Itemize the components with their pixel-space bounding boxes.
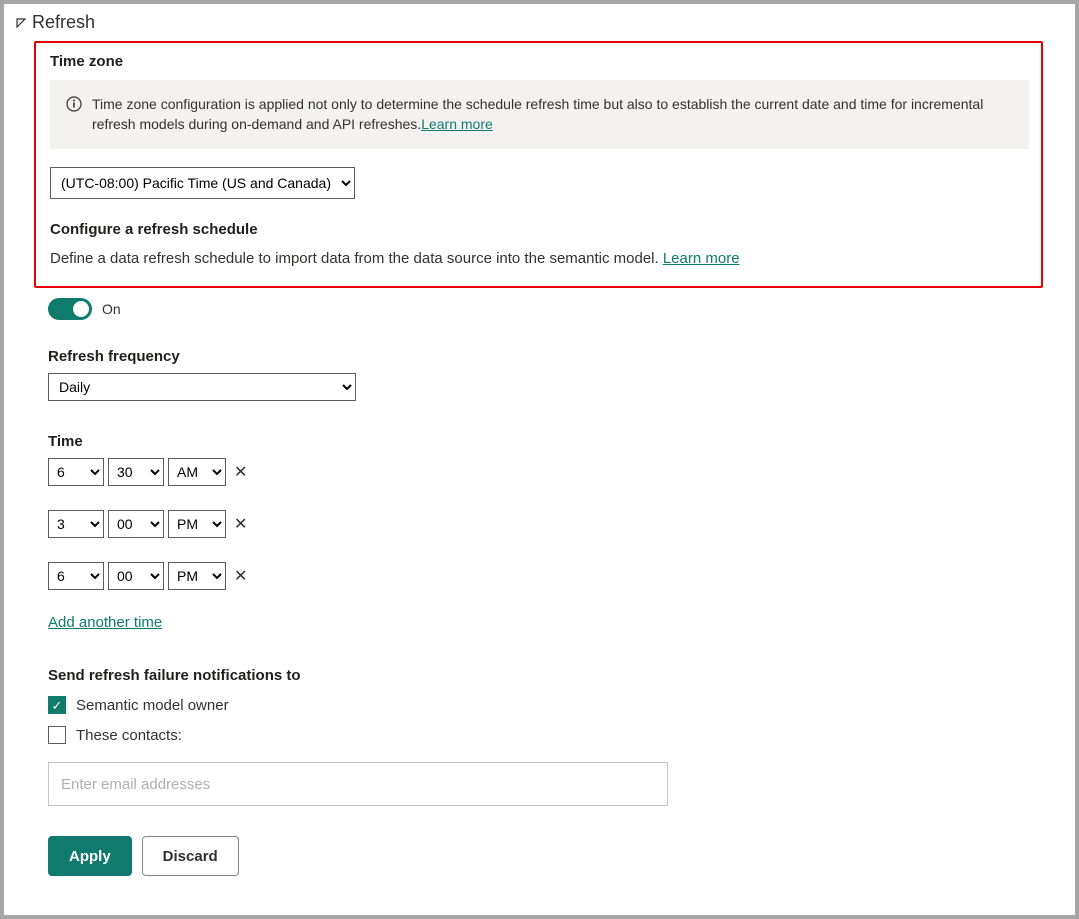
time-ampm-select[interactable]: AM xyxy=(168,458,226,486)
refresh-settings-panel: Refresh Time zone Time zone configuratio… xyxy=(4,4,1075,915)
toggle-knob xyxy=(73,301,89,317)
time-ampm-select[interactable]: PM xyxy=(168,510,226,538)
toggle-label: On xyxy=(102,301,121,317)
caret-expanded-icon xyxy=(16,18,26,28)
time-minute-select[interactable]: 00 xyxy=(108,510,164,538)
schedule-toggle-row: On xyxy=(48,298,1043,320)
contacts-checkbox[interactable] xyxy=(48,726,66,744)
time-row-1: 3 00 PM ✕ xyxy=(48,510,1043,538)
schedule-heading: Configure a refresh schedule xyxy=(50,221,1029,238)
contacts-checkbox-label: These contacts: xyxy=(76,727,182,744)
time-hour-select[interactable]: 6 xyxy=(48,562,104,590)
timezone-heading: Time zone xyxy=(50,53,1029,70)
schedule-learn-more-link[interactable]: Learn more xyxy=(663,250,740,267)
highlight-region: Time zone Time zone configuration is app… xyxy=(34,41,1043,288)
discard-button[interactable]: Discard xyxy=(142,836,239,876)
time-label: Time xyxy=(48,433,1043,450)
add-another-time-link[interactable]: Add another time xyxy=(48,614,162,631)
owner-checkbox-row: ✓ Semantic model owner xyxy=(48,696,1043,714)
schedule-description-row: Define a data refresh schedule to import… xyxy=(50,248,1029,271)
section-header[interactable]: Refresh xyxy=(4,4,1075,37)
remove-time-icon[interactable]: ✕ xyxy=(230,462,251,482)
time-hour-select[interactable]: 3 xyxy=(48,510,104,538)
timezone-info-banner: Time zone configuration is applied not o… xyxy=(50,80,1029,149)
timezone-select[interactable]: (UTC-08:00) Pacific Time (US and Canada) xyxy=(50,167,355,199)
frequency-select[interactable]: Daily xyxy=(48,373,356,401)
remove-time-icon[interactable]: ✕ xyxy=(230,566,251,586)
timezone-info-text-wrap: Time zone configuration is applied not o… xyxy=(92,94,1013,135)
owner-checkbox[interactable]: ✓ xyxy=(48,696,66,714)
remove-time-icon[interactable]: ✕ xyxy=(230,514,251,534)
time-row-2: 6 00 PM ✕ xyxy=(48,562,1043,590)
time-hour-select[interactable]: 6 xyxy=(48,458,104,486)
frequency-label: Refresh frequency xyxy=(48,348,1043,365)
checkmark-icon: ✓ xyxy=(52,699,63,712)
time-minute-select[interactable]: 00 xyxy=(108,562,164,590)
timezone-learn-more-link[interactable]: Learn more xyxy=(421,116,493,132)
schedule-description: Define a data refresh schedule to import… xyxy=(50,250,663,267)
action-buttons: Apply Discard xyxy=(48,836,1043,876)
apply-button[interactable]: Apply xyxy=(48,836,132,876)
notifications-heading: Send refresh failure notifications to xyxy=(48,667,1043,684)
schedule-toggle[interactable] xyxy=(48,298,92,320)
time-row-0: 6 30 AM ✕ xyxy=(48,458,1043,486)
owner-checkbox-label: Semantic model owner xyxy=(76,697,229,714)
section-title: Refresh xyxy=(32,12,95,33)
time-ampm-select[interactable]: PM xyxy=(168,562,226,590)
info-icon xyxy=(66,96,82,112)
contacts-checkbox-row: These contacts: xyxy=(48,726,1043,744)
time-minute-select[interactable]: 30 xyxy=(108,458,164,486)
timezone-info-text: Time zone configuration is applied not o… xyxy=(92,96,983,132)
contacts-email-input[interactable] xyxy=(48,762,668,806)
